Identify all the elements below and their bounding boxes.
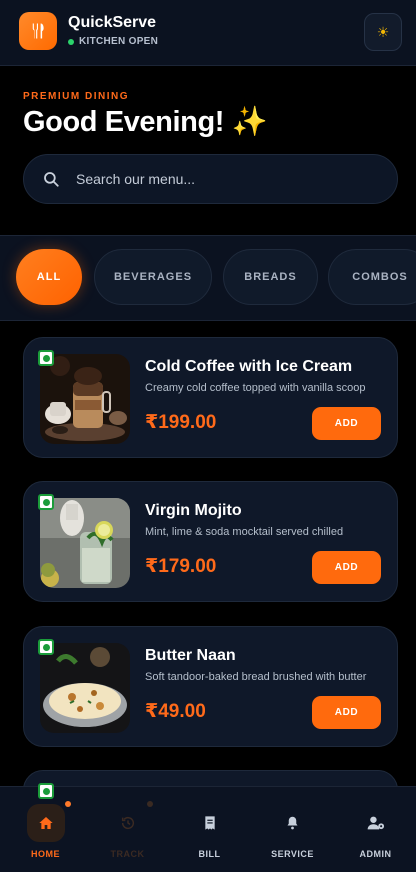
nav-item-admin[interactable]: ADMIN [334, 787, 416, 872]
item-description: Soft tandoor-baked bread brushed with bu… [145, 671, 367, 683]
receipt-icon [204, 816, 215, 830]
item-image [40, 643, 130, 733]
category-chip-all[interactable]: ALL [16, 249, 82, 305]
kitchen-status: KITCHEN OPEN [68, 36, 158, 47]
item-description: Mint, lime & soda mocktail served chille… [145, 526, 344, 538]
nav-label: ADMIN [359, 849, 392, 859]
sun-icon: ☀ [376, 23, 390, 40]
admin-user-icon [367, 816, 384, 830]
veg-indicator-icon [38, 494, 54, 510]
search-input[interactable] [76, 171, 356, 187]
item-price: ₹199.00 [145, 412, 217, 433]
greeting-heading: Good Evening! ✨ [23, 105, 268, 139]
search-icon [44, 172, 59, 187]
category-chip-breads[interactable]: BREADS [223, 249, 318, 305]
nav-item-bill[interactable]: BILL [168, 787, 251, 872]
nav-label: SERVICE [271, 849, 314, 859]
item-name: Butter Naan [145, 647, 236, 664]
item-name: Virgin Mojito [145, 502, 242, 519]
item-description: Creamy cold coffee topped with vanilla s… [145, 382, 366, 394]
restaurant-logo[interactable] [19, 12, 57, 50]
app-title: QuickServe [68, 14, 157, 31]
nav-label: TRACK [110, 849, 145, 859]
item-price: ₹179.00 [145, 556, 217, 577]
item-name: Cold Coffee with Ice Cream [145, 358, 353, 375]
category-bar: ALL BEVERAGES BREADS COMBOS [0, 235, 416, 321]
veg-indicator-icon [38, 783, 54, 799]
nav-item-track[interactable]: TRACK [86, 787, 169, 872]
fork-knife-icon [32, 23, 44, 39]
add-to-cart-button[interactable]: ADD [312, 551, 381, 584]
nav-item-home[interactable]: HOME [4, 787, 87, 872]
nav-label: BILL [198, 849, 221, 859]
home-icon [38, 817, 53, 829]
menu-item-card[interactable]: Virgin Mojito Mint, lime & soda mocktail… [23, 481, 398, 602]
bell-icon [287, 816, 298, 830]
search-bar[interactable] [23, 154, 398, 204]
menu-item-card[interactable]: Cold Coffee with Ice Cream Creamy cold c… [23, 337, 398, 458]
greeting-text: Good Evening! [23, 106, 225, 138]
item-image [40, 498, 130, 588]
item-image [40, 354, 130, 444]
hero-eyebrow: PREMIUM DINING [23, 91, 129, 102]
bottom-navigation: HOME TRACK BILL SERVICE ADMIN [0, 786, 416, 872]
veg-indicator-icon [38, 350, 54, 366]
notification-dot-icon [64, 801, 71, 807]
category-chip-combos[interactable]: COMBOS [328, 249, 416, 305]
veg-indicator-icon [38, 639, 54, 655]
category-chip-beverages[interactable]: BEVERAGES [94, 249, 212, 305]
status-dot-icon [68, 38, 74, 45]
add-to-cart-button[interactable]: ADD [312, 696, 381, 729]
nav-item-service[interactable]: SERVICE [251, 787, 334, 872]
kitchen-status-label: KITCHEN OPEN [79, 36, 159, 47]
app-header: QuickServe KITCHEN OPEN ☀ [0, 0, 416, 66]
menu-item-card[interactable]: Butter Naan Soft tandoor-baked bread bru… [23, 626, 398, 747]
nav-label: HOME [31, 849, 60, 859]
history-icon [121, 816, 134, 830]
notification-dot-icon [146, 801, 153, 807]
item-price: ₹49.00 [145, 701, 206, 722]
theme-toggle-button[interactable]: ☀ [364, 13, 402, 51]
add-to-cart-button[interactable]: ADD [312, 407, 381, 440]
hero-section: PREMIUM DINING Good Evening! ✨ [0, 67, 416, 235]
sparkle-icon: ✨ [231, 106, 268, 138]
